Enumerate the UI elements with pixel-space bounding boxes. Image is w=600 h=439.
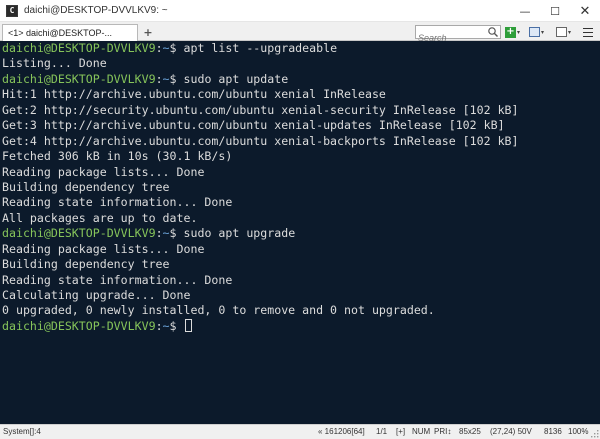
status-zoom[interactable]: 100%: [568, 427, 588, 436]
status-pid: 8136: [544, 427, 562, 436]
output-line: Hit:1 http://archive.ubuntu.com/ubuntu x…: [2, 87, 386, 102]
prompt-user-host: daichi@DESKTOP-DVVLKV9: [2, 226, 156, 241]
maximize-button[interactable]: ☐: [540, 0, 570, 22]
split-view-button[interactable]: ▾: [529, 26, 544, 38]
output-line: All packages are up to date.: [2, 210, 198, 225]
active-prompt-line[interactable]: daichi@DESKTOP-DVVLKV9:~$: [2, 318, 600, 334]
output-line: Listing... Done: [2, 56, 107, 71]
status-console-info[interactable]: System[]:4: [3, 427, 41, 436]
prompt-line: daichi@DESKTOP-DVVLKV9:~$ sudo apt upgra…: [2, 226, 296, 241]
status-position: « 161206[64]: [318, 427, 365, 436]
status-insert-mode[interactable]: [+]: [396, 427, 405, 436]
command-text: sudo apt upgrade: [183, 226, 296, 241]
output-line: Get:4 http://archive.ubuntu.com/ubuntu x…: [2, 133, 519, 148]
output-line: Fetched 306 kB in 10s (30.1 kB/s): [2, 149, 233, 164]
new-console-button[interactable]: + ▾: [505, 26, 520, 38]
window-title: daichi@DESKTOP-DVVLKV9: ~: [24, 5, 168, 16]
minimize-button[interactable]: —: [510, 0, 540, 22]
prompt-path: ~: [162, 41, 170, 55]
output-line: Get:2 http://security.ubuntu.com/ubuntu …: [2, 102, 519, 117]
status-console-size[interactable]: 85x25: [459, 427, 481, 436]
prompt-user-host: daichi@DESKTOP-DVVLKV9: [2, 41, 156, 55]
chevron-down-icon: ▾: [517, 28, 521, 36]
prompt-path: ~: [162, 318, 170, 333]
tab-console-1[interactable]: <1> daichi@DESKTOP-...: [2, 24, 138, 41]
output-line: Reading state information... Done: [2, 272, 233, 287]
new-console-plus-icon: +: [505, 26, 516, 38]
status-priority[interactable]: PRI↕: [434, 427, 451, 436]
prompt-line: daichi@DESKTOP-DVVLKV9:~$ sudo apt updat…: [2, 71, 289, 86]
output-line: Reading state information... Done: [2, 195, 233, 210]
output-line: 0 upgraded, 0 newly installed, 0 to remo…: [2, 303, 435, 318]
close-button[interactable]: ✕: [570, 0, 600, 22]
command-text: sudo apt update: [183, 71, 289, 86]
output-line: Reading package lists... Done: [2, 241, 205, 256]
status-bar: System[]:4 « 161206[64] 1/1 [+] NUM PRI↕…: [0, 424, 600, 439]
title-bar: C daichi@DESKTOP-DVVLKV9: ~ — ☐ ✕: [0, 0, 600, 22]
prompt-path: ~: [162, 71, 170, 86]
prompt-user-host: daichi@DESKTOP-DVVLKV9: [2, 318, 156, 333]
console-menu-button[interactable]: ▾: [556, 26, 571, 38]
prompt-symbol: $: [169, 41, 177, 55]
command-text: apt list --upgradeable: [183, 41, 338, 55]
prompt-symbol: $: [169, 226, 177, 241]
resize-grip-icon[interactable]: [591, 430, 599, 438]
status-cursor-position: (27,24) 50V: [490, 427, 532, 436]
output-line: Get:3 http://archive.ubuntu.com/ubuntu x…: [2, 118, 505, 133]
prompt-user-host: daichi@DESKTOP-DVVLKV9: [2, 71, 156, 86]
output-line: Calculating upgrade... Done: [2, 288, 191, 302]
conemu-app-icon[interactable]: C: [6, 4, 18, 17]
window-controls: — ☐ ✕: [510, 0, 600, 22]
chevron-down-icon: ▾: [568, 28, 572, 36]
output-line: Reading package lists... Done: [2, 164, 205, 179]
prompt-symbol: $: [169, 318, 177, 333]
main-menu-hamburger-icon[interactable]: [582, 28, 594, 37]
terminal-output[interactable]: daichi@DESKTOP-DVVLKV9:~$ apt list --upg…: [0, 41, 600, 424]
output-line: Building dependency tree: [2, 179, 170, 194]
tab-bar: <1> daichi@DESKTOP-... + + ▾ ▾ ▾: [0, 22, 600, 44]
search-box[interactable]: [415, 25, 501, 44]
window-view-icon: [529, 27, 540, 37]
search-icon[interactable]: [487, 26, 499, 38]
new-tab-plus-icon[interactable]: +: [142, 26, 154, 39]
output-line: Building dependency tree: [2, 257, 170, 272]
prompt-symbol: $: [169, 71, 177, 86]
prompt-line: daichi@DESKTOP-DVVLKV9:~$ apt list --upg…: [2, 41, 338, 55]
text-cursor: [184, 318, 192, 332]
console-window-icon: [556, 27, 567, 37]
status-page: 1/1: [376, 427, 388, 436]
chevron-down-icon: ▾: [541, 28, 545, 36]
status-numlock: NUM: [412, 427, 431, 436]
prompt-path: ~: [162, 226, 170, 241]
